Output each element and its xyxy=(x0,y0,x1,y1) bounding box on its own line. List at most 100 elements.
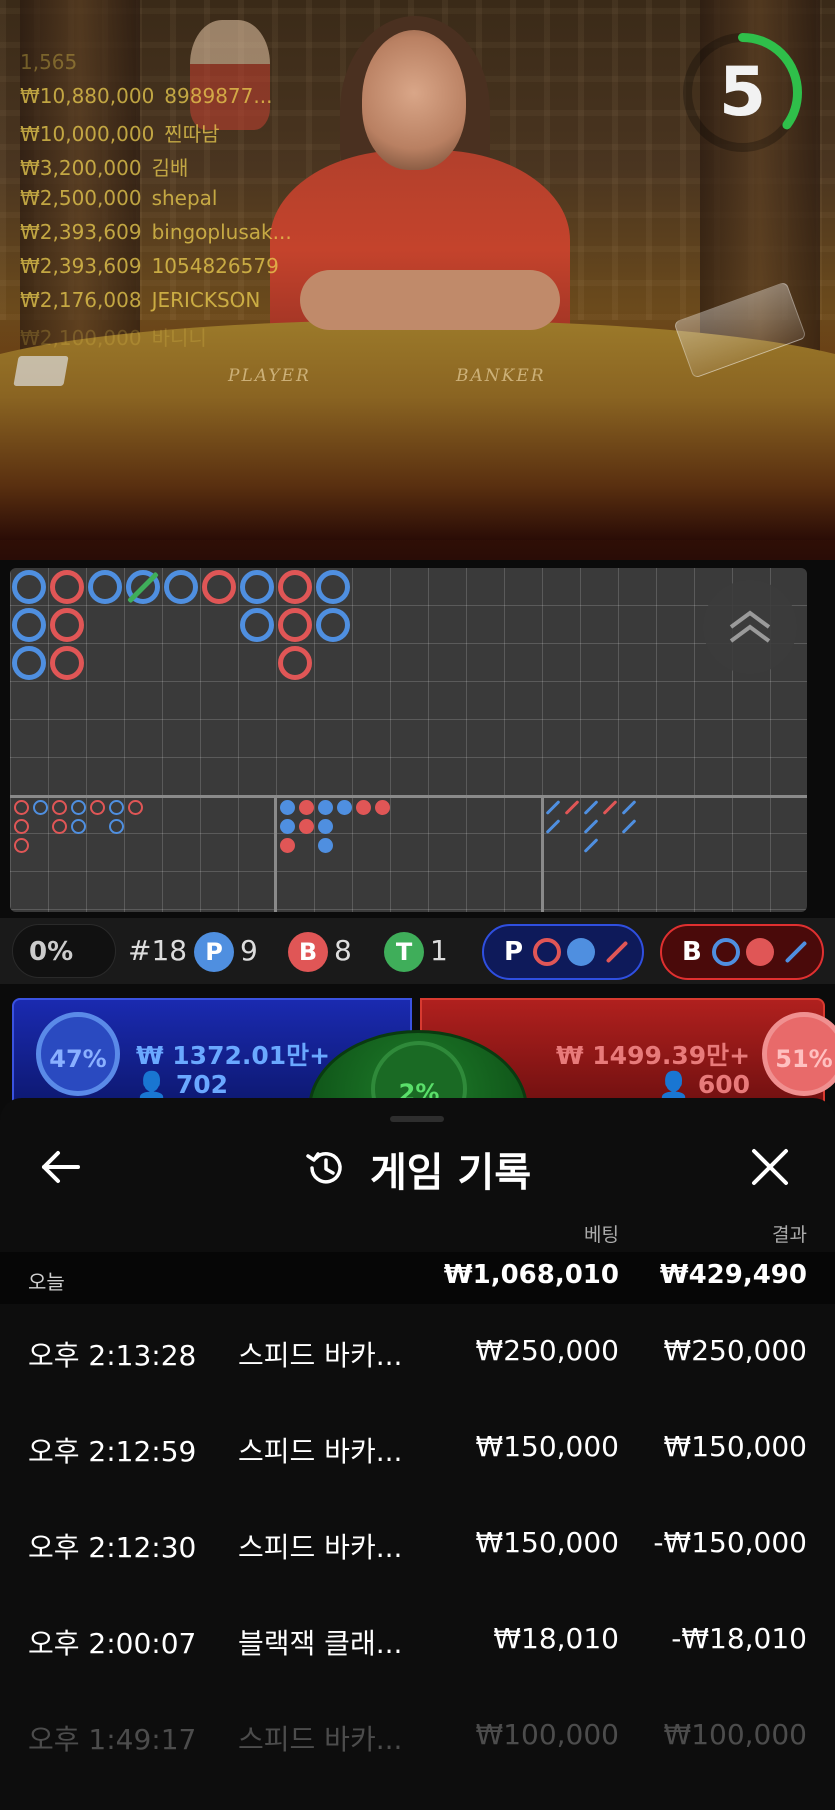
banker-bead xyxy=(278,646,312,680)
banker-bead xyxy=(50,608,84,642)
history-bet: ₩100,000 xyxy=(475,1718,619,1751)
history-game: 스피드 바카... xyxy=(238,1531,403,1564)
player-percent: 47% xyxy=(36,1012,120,1096)
cockroach-road-mark xyxy=(583,838,599,853)
history-game: 스피드 바카... xyxy=(238,1435,403,1468)
winner-row: ₩3,200,000 김배 xyxy=(20,152,292,186)
winner-row: 1,565 xyxy=(20,50,292,84)
history-icon xyxy=(304,1146,348,1190)
countdown-timer: 5 xyxy=(680,30,805,155)
round-number: #18 xyxy=(128,934,188,967)
winner-row: ₩2,393,609 bingoplusak... xyxy=(20,220,292,254)
cockroach-road-mark xyxy=(602,800,618,815)
small-road-mark xyxy=(318,838,333,853)
roadmap-divider xyxy=(10,795,807,798)
banker-bet-amount: ₩ 1499.39만+ xyxy=(556,1041,751,1070)
history-row[interactable]: 오후 2:12:59 스피드 바카... ₩150,000 ₩150,000 xyxy=(0,1400,835,1496)
banker-badge: B xyxy=(288,932,328,972)
scoreboard-roadmap[interactable] xyxy=(10,568,807,912)
banker-bead xyxy=(278,608,312,642)
percent-value: 0% xyxy=(29,937,74,967)
player-bead xyxy=(240,608,274,642)
banker-prediction-button[interactable]: B xyxy=(660,924,824,980)
big-eye-road-mark xyxy=(33,800,48,815)
timer-value: 5 xyxy=(718,53,767,132)
history-bet: ₩150,000 xyxy=(475,1526,619,1559)
winner-name: 8989877... xyxy=(164,84,273,108)
winner-name: 김배 xyxy=(151,156,189,180)
banker-count: 8 xyxy=(334,934,352,967)
expand-roadmap-button[interactable] xyxy=(703,580,797,674)
winner-row: ₩2,100,000 바니니 xyxy=(20,322,292,356)
winner-amount: ₩2,100,000 xyxy=(20,326,142,350)
big-eye-road-mark xyxy=(71,800,86,815)
history-row[interactable]: 오후 2:00:07 블랙잭 클래... ₩18,010 -₩18,010 xyxy=(0,1592,835,1688)
history-result: ₩150,000 xyxy=(663,1430,807,1463)
player-prediction-button[interactable]: P xyxy=(482,924,644,980)
back-button[interactable] xyxy=(36,1142,86,1192)
page-title: 게임 기록 xyxy=(370,1150,532,1196)
player-bead xyxy=(12,608,46,642)
dealer-head xyxy=(362,30,466,170)
player-bettors-count: 702 xyxy=(175,1070,229,1099)
history-time: 오후 2:12:30 xyxy=(28,1531,197,1564)
stats-bar: 0% #18 P 9 B 8 T 1 P B xyxy=(0,918,835,984)
player-badge: P xyxy=(194,932,234,972)
small-road-mark xyxy=(280,838,295,853)
winner-name: shepal xyxy=(151,186,218,210)
winner-amount: ₩2,393,609 xyxy=(20,220,142,244)
player-bet-amount: ₩ 1372.01만+ xyxy=(136,1041,331,1070)
player-bead xyxy=(316,570,350,604)
banker-slash-icon xyxy=(605,940,629,964)
column-header-bet: 베팅 xyxy=(584,1224,619,1246)
today-label: 오늘 xyxy=(28,1270,65,1294)
dealer-arms xyxy=(300,270,560,330)
player-bead xyxy=(164,570,198,604)
big-eye-road-mark xyxy=(52,800,67,815)
double-chevron-up-icon xyxy=(729,610,771,643)
today-bet-total: ₩1,068,010 xyxy=(443,1260,619,1290)
history-time: 오후 2:00:07 xyxy=(28,1627,197,1660)
sheet-drag-handle[interactable] xyxy=(390,1116,444,1122)
banker-bead xyxy=(50,570,84,604)
player-prediction-label: P xyxy=(504,937,524,967)
player-bead xyxy=(88,570,122,604)
big-eye-road-mark xyxy=(71,819,86,834)
winner-amount: ₩10,000,000 xyxy=(20,122,155,146)
banker-bead xyxy=(278,570,312,604)
percent-pill[interactable]: 0% xyxy=(12,924,116,978)
player-bead xyxy=(240,570,274,604)
big-eye-road-mark xyxy=(109,819,124,834)
cockroach-road-mark xyxy=(621,819,637,834)
small-road-mark xyxy=(299,800,314,815)
roadmap-divider xyxy=(274,795,277,912)
winner-name: 1054826579 xyxy=(151,254,279,278)
arrow-left-icon xyxy=(42,1151,80,1183)
small-road-mark xyxy=(280,819,295,834)
today-result-total: ₩429,490 xyxy=(659,1260,807,1290)
card-stack xyxy=(13,356,69,386)
history-row[interactable]: 오후 2:13:28 스피드 바카... ₩250,000 ₩250,000 xyxy=(0,1304,835,1400)
winner-name: JERICKSON xyxy=(151,288,261,312)
banker-prediction-label: B xyxy=(682,937,702,967)
player-bead xyxy=(316,608,350,642)
player-count: 9 xyxy=(240,934,258,967)
small-road-mark xyxy=(356,800,371,815)
winner-amount: 1,565 xyxy=(20,50,78,74)
winner-row: ₩2,393,609 1054826579 xyxy=(20,254,292,288)
cockroach-road-mark xyxy=(583,819,599,834)
history-game: 스피드 바카... xyxy=(238,1723,403,1756)
banker-bettors-count: 600 xyxy=(697,1070,751,1099)
close-button[interactable] xyxy=(745,1142,795,1192)
history-result: -₩18,010 xyxy=(671,1622,807,1655)
cockroach-road-mark xyxy=(545,819,561,834)
history-bet: ₩250,000 xyxy=(475,1334,619,1367)
winner-row: ₩2,500,000 shepal xyxy=(20,186,292,220)
column-header-result: 결과 xyxy=(772,1224,807,1246)
table-label-player: PLAYER xyxy=(228,366,311,386)
history-row[interactable]: 오후 2:12:30 스피드 바카... ₩150,000 -₩150,000 xyxy=(0,1496,835,1592)
tie-badge: T xyxy=(384,932,424,972)
winner-name: 바니니 xyxy=(151,326,207,350)
history-row[interactable]: 오후 1:49:17 스피드 바카... ₩100,000 ₩100,000 xyxy=(0,1688,835,1784)
banker-dot-icon xyxy=(745,938,774,966)
